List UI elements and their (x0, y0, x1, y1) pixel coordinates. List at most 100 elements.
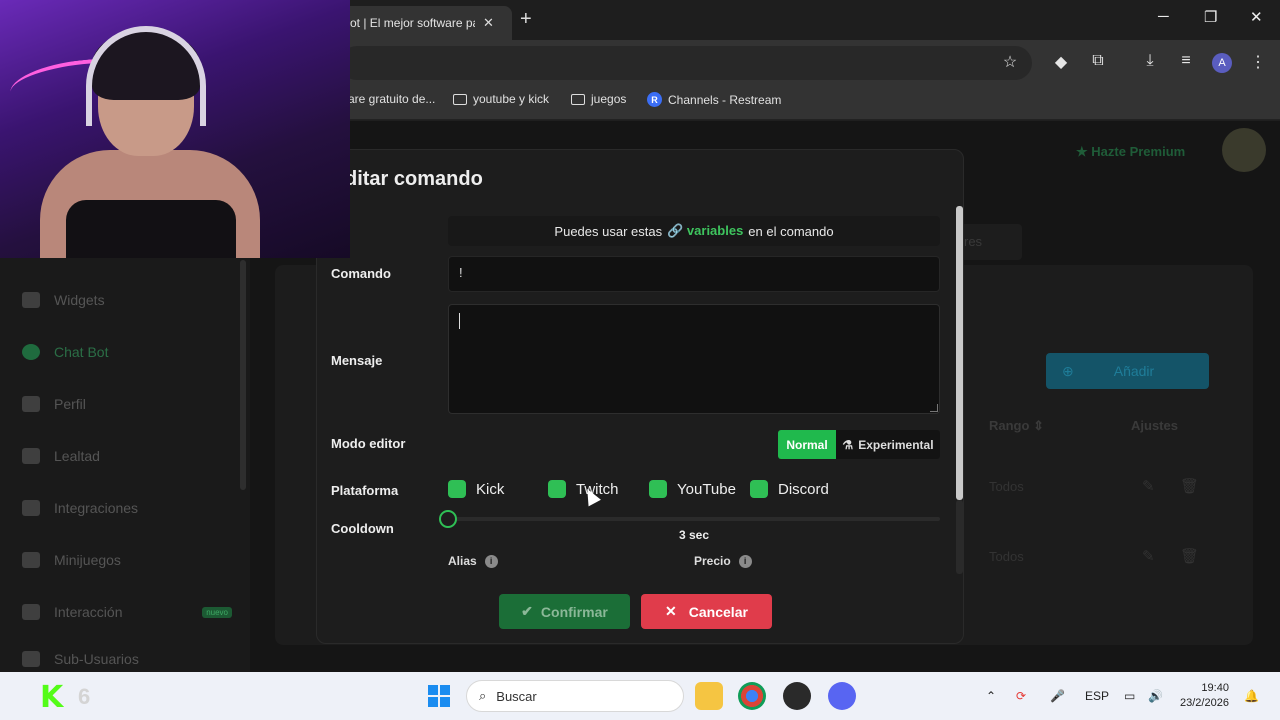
platform-label: Kick (476, 480, 505, 498)
sidebar-item-sub-usuarios[interactable]: Sub-Usuarios (22, 648, 232, 670)
info-icon[interactable]: i (484, 554, 498, 568)
variables-link[interactable]: 🔗 variables (667, 223, 743, 239)
windows-start-icon[interactable] (428, 685, 450, 707)
plus-circle-icon: ⊕ (1062, 362, 1074, 379)
cancel-button[interactable]: ✕ Cancelar (641, 594, 772, 629)
platform-discord-checkbox[interactable]: Discord (750, 480, 829, 498)
alias-field-header: Alias i (448, 554, 498, 568)
taskbar-clock[interactable]: 19:40 23/2/2026 (1180, 681, 1229, 711)
network-icon[interactable]: ▭ (1124, 689, 1135, 703)
microphone-icon[interactable]: 🎤 (1050, 689, 1065, 703)
browser-tab-active[interactable]: ot | El mejor software par ✕ (340, 6, 512, 40)
extension-diamond-icon[interactable]: ◆ (1049, 52, 1073, 72)
sync-icon[interactable]: ⟳ (1016, 689, 1026, 703)
users-icon (22, 651, 40, 667)
bookmark-star-icon[interactable]: ☆ (998, 52, 1022, 72)
bookmark-folder-juegos[interactable]: juegos (571, 92, 626, 106)
tab-partial[interactable]: res (960, 224, 1022, 260)
checkbox-checked-icon (750, 480, 768, 498)
headset (86, 26, 206, 126)
sidebar-item-minijuegos[interactable]: Minijuegos (22, 544, 232, 576)
folder-icon (453, 93, 467, 105)
person-top (66, 200, 236, 258)
sidebar-item-label: Widgets (54, 292, 105, 308)
edit-pencil-icon[interactable]: ✎ (1142, 547, 1155, 565)
minimize-icon[interactable]: ─ (1158, 8, 1169, 25)
obs-icon[interactable] (783, 682, 811, 710)
taskbar-search[interactable]: ⌕ Buscar (466, 680, 684, 712)
check-icon: ✔ (521, 603, 533, 619)
volume-icon[interactable]: 🔊 (1148, 689, 1163, 703)
comando-input[interactable]: ! (448, 256, 940, 292)
bookmark-label: Channels - Restream (668, 92, 782, 107)
profile-card-icon (22, 396, 40, 412)
tray-expand-icon[interactable]: ⌃ (986, 689, 996, 703)
table-cell-rango: Todos (989, 479, 1024, 494)
mode-experimental-button[interactable]: ⚗ Experimental (836, 430, 940, 459)
premium-link[interactable]: ★ Hazte Premium (1076, 144, 1185, 160)
media-control-icon[interactable]: ≡ (1174, 52, 1198, 70)
info-icon[interactable]: i (738, 554, 752, 568)
sidebar-item-interaccion[interactable]: Interacción nuevo (22, 596, 232, 628)
platform-youtube-checkbox[interactable]: YouTube (649, 480, 736, 498)
mensaje-textarea[interactable] (448, 304, 940, 414)
checkbox-checked-icon (448, 480, 466, 498)
bookmark-label: juegos (591, 92, 627, 106)
integrations-icon (22, 500, 40, 516)
extensions-puzzle-icon[interactable]: ⧉ (1086, 52, 1110, 70)
restream-icon: R (647, 92, 662, 107)
download-icon[interactable]: ⤓ (1138, 52, 1162, 70)
address-bar[interactable] (340, 46, 1032, 80)
cooldown-slider-thumb[interactable] (439, 510, 457, 528)
platform-label: YouTube (677, 480, 736, 498)
sidebar-item-label: Lealtad (54, 448, 100, 464)
language-indicator[interactable]: ESP (1085, 689, 1109, 703)
sidebar-item-label: Integraciones (54, 500, 139, 516)
sidebar-item-perfil[interactable]: Perfil (22, 388, 232, 420)
notifications-bell-icon[interactable]: 🔔 (1244, 689, 1259, 703)
browser-menu-icon[interactable]: ⋮ (1246, 52, 1270, 72)
user-avatar[interactable] (1222, 128, 1266, 172)
close-window-icon[interactable]: ✕ (1250, 8, 1263, 26)
new-tab-button[interactable]: + (520, 8, 532, 31)
sidebar-item-widgets[interactable]: Widgets (22, 284, 232, 316)
maximize-icon[interactable]: ❐ (1204, 8, 1217, 26)
cancel-label: Cancelar (688, 603, 748, 620)
chrome-icon[interactable] (738, 682, 766, 710)
tab-title: ot | El mejor software par (350, 16, 475, 30)
gamepad-icon (22, 552, 40, 568)
modal-title: ditar comando (345, 168, 483, 190)
cooldown-slider-track[interactable] (456, 517, 940, 521)
sidebar-item-lealtad[interactable]: Lealtad (22, 440, 232, 472)
sidebar-item-label: Perfil (54, 396, 86, 412)
bookmark-item[interactable]: are gratuito de... (348, 92, 435, 106)
cooldown-value: 3 sec (679, 528, 710, 542)
tab-close-icon[interactable]: ✕ (483, 15, 494, 31)
modal-scrollbar-thumb[interactable] (956, 206, 963, 500)
sidebar-item-label: Interacción (54, 604, 123, 620)
sidebar-item-chat-bot[interactable]: Chat Bot (22, 336, 232, 368)
sidebar-item-integraciones[interactable]: Integraciones (22, 492, 232, 524)
widgets-icon (22, 292, 40, 308)
delete-trash-icon[interactable]: 🗑 (1180, 547, 1199, 565)
modal-scrollbar-track[interactable] (956, 500, 963, 574)
sidebar-scrollbar[interactable] (240, 260, 246, 490)
edit-pencil-icon[interactable]: ✎ (1142, 477, 1155, 495)
bookmark-folder-youtube-kick[interactable]: youtube y kick (453, 92, 549, 106)
mode-normal-button[interactable]: Normal (778, 430, 836, 459)
file-explorer-icon[interactable] (695, 682, 723, 710)
add-command-button[interactable]: ⊕ Añadir (1046, 353, 1209, 389)
folder-icon (571, 93, 585, 105)
variables-suffix: en el comando (748, 223, 834, 239)
variables-info-bar: Puedes usar estas 🔗 variables en el coma… (448, 216, 940, 246)
platform-kick-checkbox[interactable]: Kick (448, 480, 504, 498)
checkbox-checked-icon (548, 480, 566, 498)
resize-handle-icon[interactable] (930, 404, 938, 412)
discord-icon[interactable] (828, 682, 856, 710)
delete-trash-icon[interactable]: 🗑 (1180, 477, 1199, 495)
confirm-button[interactable]: ✔ Confirmar (499, 594, 630, 629)
column-header-rango[interactable]: Rango ⇕ (989, 418, 1044, 434)
bookmark-restream[interactable]: R Channels - Restream (647, 92, 781, 107)
column-label: Rango (989, 418, 1030, 433)
profile-avatar[interactable]: A (1212, 53, 1232, 73)
